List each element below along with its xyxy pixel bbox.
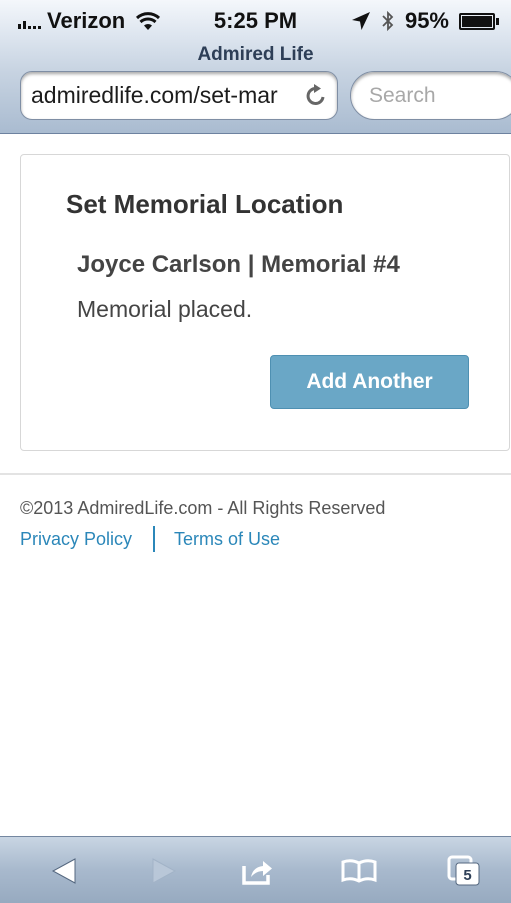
privacy-policy-link[interactable]: Privacy Policy: [20, 529, 132, 550]
back-icon: [51, 858, 76, 884]
location-arrow-icon: [351, 12, 370, 30]
url-field[interactable]: admiredlife.com/set-mar: [20, 71, 338, 120]
page-title: Admired Life: [197, 44, 314, 65]
tab-count: 5: [463, 867, 471, 884]
status-bar: Verizon 5:25 PM 95%: [0, 0, 511, 40]
add-another-button[interactable]: Add Another: [270, 355, 469, 409]
search-placeholder: Search: [369, 83, 436, 107]
search-field[interactable]: Search: [350, 71, 511, 120]
footer-links: Privacy Policy Terms of Use: [20, 526, 280, 552]
terms-of-use-link[interactable]: Terms of Use: [174, 529, 280, 550]
footer-divider: [0, 473, 511, 475]
status-right: 95%: [351, 8, 499, 34]
copyright-text: ©2013 AdmiredLife.com - All Rights Reser…: [20, 498, 386, 518]
bookmarks-button[interactable]: [339, 851, 379, 891]
share-button[interactable]: [238, 851, 278, 891]
back-button[interactable]: [44, 851, 84, 891]
forward-button[interactable]: [144, 851, 184, 891]
link-separator: [153, 526, 156, 552]
tabs-button[interactable]: 5: [444, 851, 484, 891]
battery-icon: [459, 12, 499, 30]
url-text: admiredlife.com/set-mar: [31, 82, 278, 108]
card-title: Set Memorial Location: [66, 189, 344, 219]
memorial-name: Joyce Carlson | Memorial #4: [77, 251, 400, 278]
battery-percent: 95%: [404, 8, 449, 33]
tabs-icon: 5: [447, 855, 480, 886]
browser-chrome: Verizon 5:25 PM 95% Admired Life admired…: [0, 0, 511, 134]
memorial-card: Set Memorial Location Joyce Carlson | Me…: [20, 154, 510, 451]
forward-icon: [152, 858, 177, 884]
status-message: Memorial placed.: [77, 296, 253, 322]
reload-icon[interactable]: [303, 83, 329, 109]
share-icon: [242, 861, 272, 885]
browser-toolbar: 5: [0, 836, 511, 903]
bluetooth-icon: [382, 10, 394, 32]
bookmarks-icon: [341, 859, 377, 883]
